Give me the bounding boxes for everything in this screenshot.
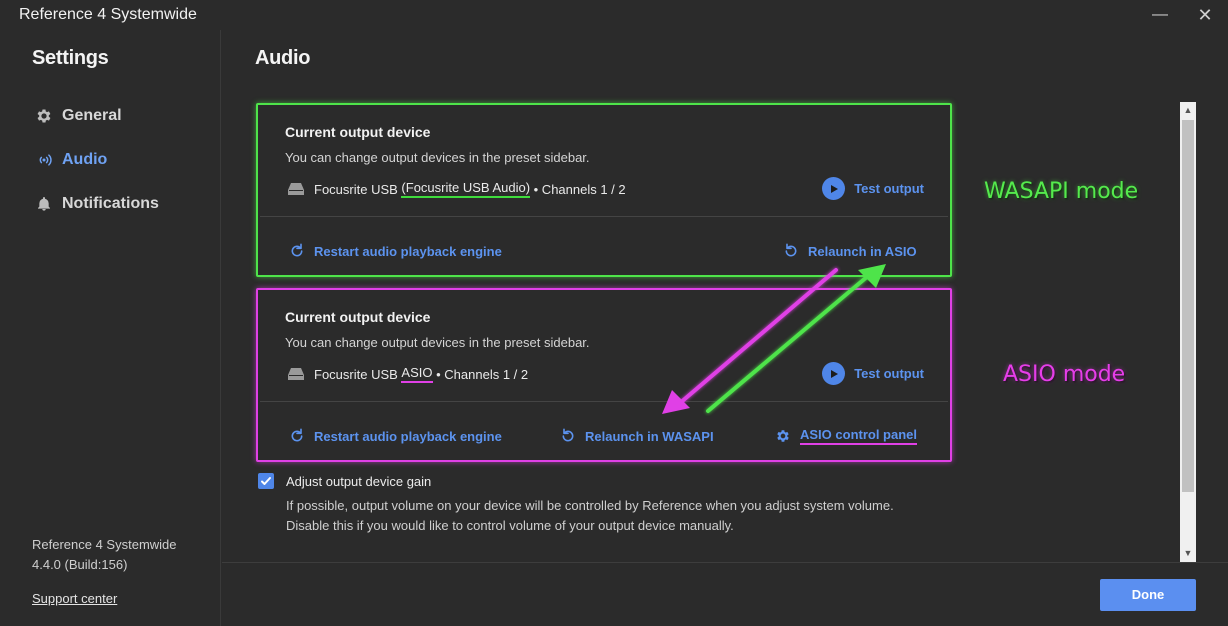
restart-engine-button[interactable]: Restart audio playback engine xyxy=(288,427,502,445)
close-button[interactable]: ✕ xyxy=(1194,4,1216,26)
device-channels: • Channels 1 / 2 xyxy=(530,181,626,197)
sidebar-item-general[interactable]: General xyxy=(34,104,122,128)
audio-waves-icon xyxy=(34,150,54,170)
card-subtitle: You can change output devices in the pre… xyxy=(285,150,590,165)
app-window: Reference 4 Systemwide — ✕ Settings Gene… xyxy=(0,0,1228,626)
play-icon xyxy=(822,362,846,385)
restart-icon xyxy=(288,242,306,260)
scrollbar-thumb[interactable] xyxy=(1182,120,1194,492)
footer-divider xyxy=(222,562,1228,563)
sidebar-heading: Settings xyxy=(32,47,109,69)
device-channels: • Channels 1 / 2 xyxy=(432,366,529,382)
test-output-label: Test output xyxy=(854,366,924,381)
gear-icon xyxy=(774,427,792,445)
card-divider xyxy=(260,401,948,402)
bell-icon xyxy=(34,194,54,214)
play-icon xyxy=(822,177,846,200)
done-button[interactable]: Done xyxy=(1100,579,1196,611)
relaunch-icon xyxy=(782,242,800,260)
sidebar-item-label: Audio xyxy=(62,151,108,168)
card-title: Current output device xyxy=(285,309,431,325)
sidebar: Settings General Audio Notifications Ref… xyxy=(0,30,221,626)
window-title: Reference 4 Systemwide xyxy=(19,6,197,23)
device-info: Focusrite USB (Focusrite USB Audio) • Ch… xyxy=(288,180,626,198)
scroll-up-button[interactable]: ▲ xyxy=(1180,102,1196,118)
test-output-label: Test output xyxy=(854,181,924,196)
device-info: Focusrite USB ASIO • Channels 1 / 2 xyxy=(288,365,528,383)
version-info: Reference 4 Systemwide 4.4.0 (Build:156) xyxy=(32,535,177,575)
test-output-button[interactable]: Test output xyxy=(822,362,924,385)
relaunch-wasapi-label: Relaunch in WASAPI xyxy=(585,428,714,444)
restart-engine-label: Restart audio playback engine xyxy=(314,243,502,259)
relaunch-icon xyxy=(559,427,577,445)
checkmark-icon xyxy=(261,477,271,485)
sidebar-item-notifications[interactable]: Notifications xyxy=(34,192,159,216)
restart-icon xyxy=(288,427,306,445)
adjust-gain-desc-2: Disable this if you would like to contro… xyxy=(286,518,734,533)
sidebar-item-label: Notifications xyxy=(62,195,159,212)
wasapi-mode-annotation: WASAPI mode xyxy=(984,179,1139,204)
version-number: 4.4.0 (Build:156) xyxy=(32,557,128,572)
card-subtitle: You can change output devices in the pre… xyxy=(285,335,590,350)
app-name: Reference 4 Systemwide xyxy=(32,537,177,552)
card-title: Current output device xyxy=(285,124,431,140)
gear-icon xyxy=(34,106,54,126)
drive-icon xyxy=(288,368,304,380)
relaunch-asio-label: Relaunch in ASIO xyxy=(808,243,917,259)
title-bar: Reference 4 Systemwide — ✕ xyxy=(0,0,1228,30)
adjust-gain-label: Adjust output device gain xyxy=(286,474,432,489)
asio-mode-annotation: ASIO mode xyxy=(1003,362,1126,387)
restart-engine-label: Restart audio playback engine xyxy=(314,428,502,444)
sidebar-item-audio[interactable]: Audio xyxy=(34,148,107,172)
device-name: Focusrite USB xyxy=(314,366,402,382)
drive-icon xyxy=(288,183,304,195)
device-driver: (Focusrite USB Audio) xyxy=(401,180,531,198)
adjust-gain-checkbox[interactable] xyxy=(258,473,274,489)
sidebar-item-label: General xyxy=(62,107,122,124)
device-driver: ASIO xyxy=(401,365,433,383)
card-divider xyxy=(260,216,948,217)
minimize-button[interactable]: — xyxy=(1149,4,1171,26)
page-title: Audio xyxy=(255,47,311,69)
relaunch-wasapi-button[interactable]: Relaunch in WASAPI xyxy=(559,427,714,445)
scroll-down-button[interactable]: ▼ xyxy=(1180,545,1196,561)
asio-control-panel-button[interactable]: ASIO control panel xyxy=(774,427,918,445)
asio-output-card: Current output device You can change out… xyxy=(256,288,952,462)
relaunch-asio-button[interactable]: Relaunch in ASIO xyxy=(782,242,917,260)
asio-control-panel-label: ASIO control panel xyxy=(800,427,918,445)
test-output-button[interactable]: Test output xyxy=(822,177,924,200)
device-name: Focusrite USB xyxy=(314,181,402,197)
restart-engine-button[interactable]: Restart audio playback engine xyxy=(288,242,502,260)
wasapi-output-card: Current output device You can change out… xyxy=(256,103,952,277)
adjust-gain-desc-1: If possible, output volume on your devic… xyxy=(286,498,894,513)
support-center-link[interactable]: Support center xyxy=(32,591,117,606)
